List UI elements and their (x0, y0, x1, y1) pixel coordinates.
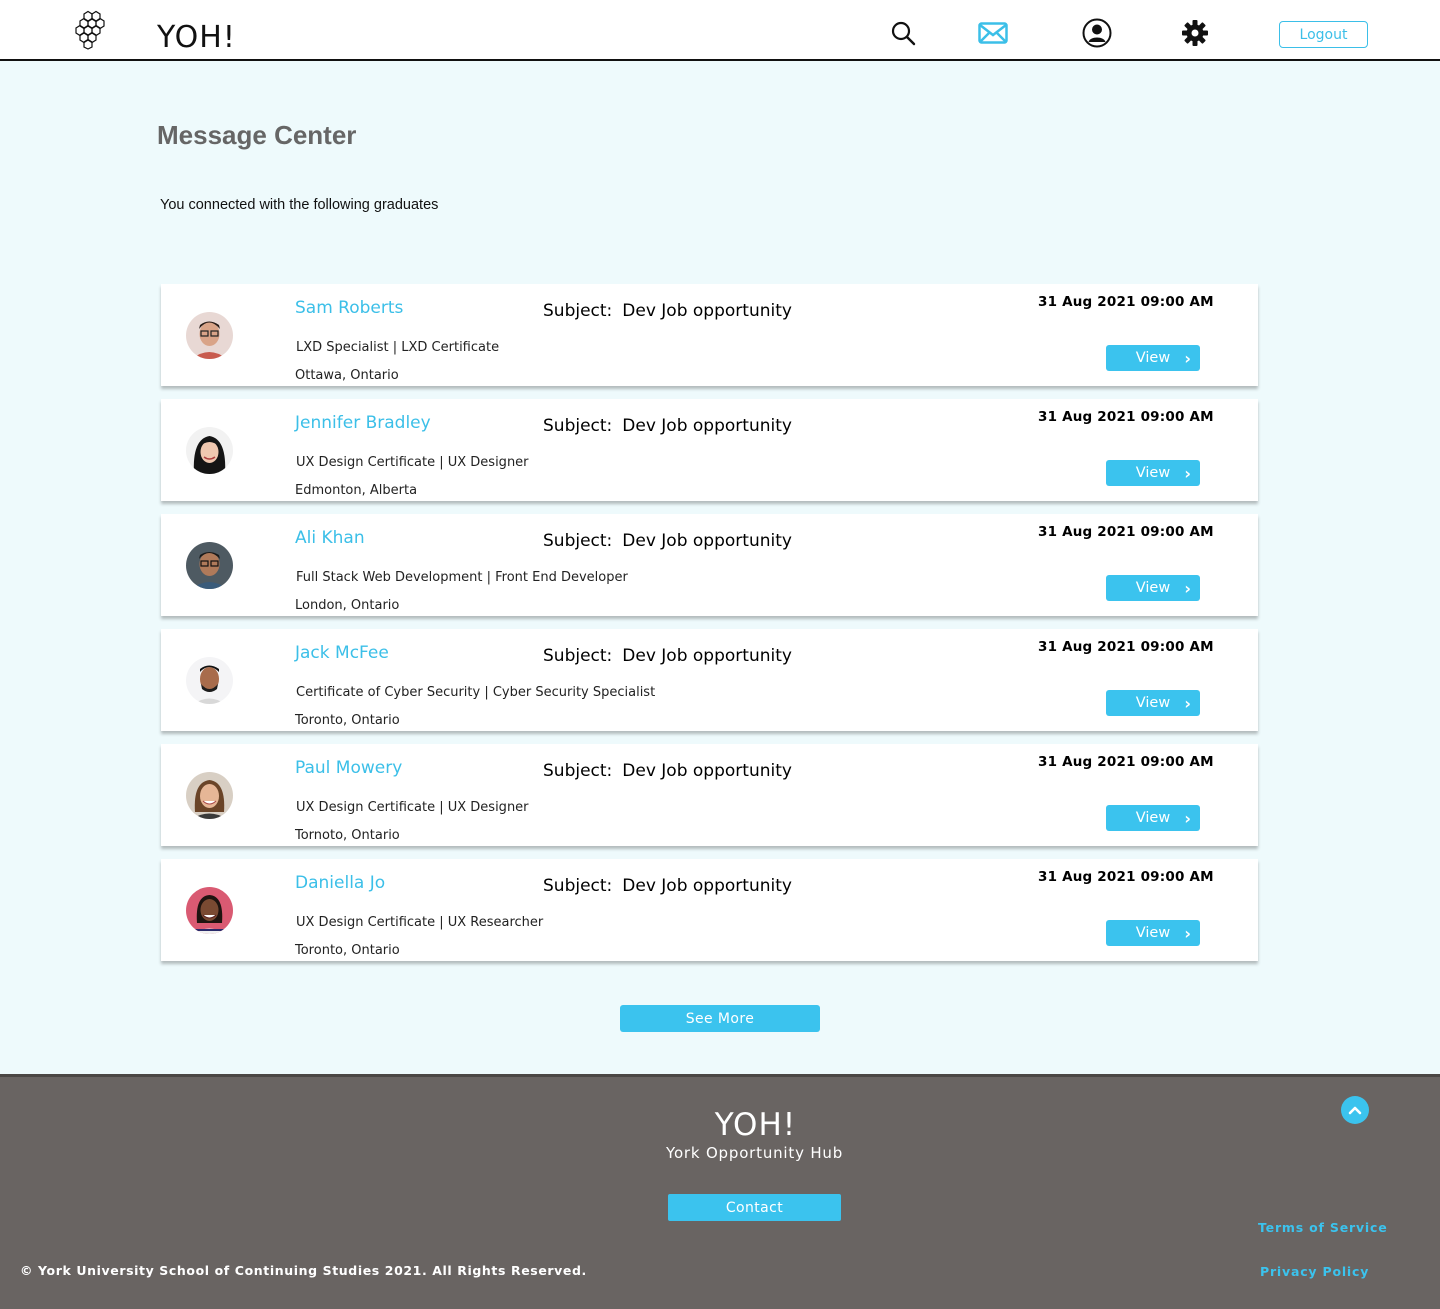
graduate-location: Edmonton, Alberta (295, 483, 418, 498)
view-button[interactable]: View › (1106, 460, 1200, 486)
privacy-policy-link[interactable]: Privacy Policy (1260, 1264, 1369, 1279)
message-card: Sam Roberts LXD Specialist | LXD Certifi… (161, 284, 1258, 386)
view-button[interactable]: View › (1106, 690, 1200, 716)
view-label: View (1135, 350, 1171, 366)
chevron-right-icon: › (1184, 924, 1191, 943)
gear-icon[interactable] (1180, 18, 1210, 48)
mail-icon[interactable] (978, 18, 1008, 48)
message-subject: Subject: Dev Job opportunity (543, 761, 792, 781)
copyright-text: © York University School of Continuing S… (20, 1263, 587, 1278)
chevron-right-icon: › (1184, 349, 1191, 368)
graduate-location: Toronto, Ontario (295, 943, 400, 958)
subject-text: Dev Job opportunity (622, 876, 792, 896)
graduate-credentials: LXD Specialist | LXD Certificate (296, 340, 500, 355)
message-date: 31 Aug 2021 09:00 AM (1038, 524, 1214, 540)
message-date: 31 Aug 2021 09:00 AM (1038, 294, 1214, 310)
message-subject: Subject: Dev Job opportunity (543, 876, 792, 896)
avatar[interactable] (186, 427, 233, 474)
terms-of-service-link[interactable]: Terms of Service (1258, 1220, 1387, 1235)
subject-label: Subject: (543, 876, 613, 896)
graduate-name[interactable]: Daniella Jo (295, 873, 385, 893)
view-button[interactable]: View › (1106, 805, 1200, 831)
subject-label: Subject: (543, 531, 613, 551)
subject-text: Dev Job opportunity (622, 301, 792, 321)
subject-text: Dev Job opportunity (622, 646, 792, 666)
message-card: Daniella Jo UX Design Certificate | UX R… (161, 859, 1258, 961)
graduate-name[interactable]: Paul Mowery (295, 758, 402, 778)
view-label: View (1135, 465, 1171, 481)
app-logo-text[interactable]: YOH! (157, 20, 236, 55)
view-label: View (1135, 695, 1171, 711)
graduate-credentials: UX Design Certificate | UX Designer (296, 455, 529, 470)
view-button[interactable]: View › (1106, 345, 1200, 371)
avatar[interactable] (186, 772, 233, 819)
subject-label: Subject: (543, 416, 613, 436)
view-button[interactable]: View › (1106, 575, 1200, 601)
message-subject: Subject: Dev Job opportunity (543, 646, 792, 666)
graduate-location: Ottawa, Ontario (295, 368, 399, 383)
chevron-up-icon (1348, 1106, 1362, 1115)
graduate-name[interactable]: Ali Khan (295, 528, 365, 548)
contact-button[interactable]: Contact (668, 1194, 841, 1221)
message-subject: Subject: Dev Job opportunity (543, 531, 792, 551)
footer: YOH! York Opportunity Hub Contact Terms … (0, 1074, 1440, 1309)
graduate-location: Tornoto, Ontario (295, 828, 400, 843)
graduate-name[interactable]: Jack McFee (295, 643, 389, 663)
user-icon[interactable] (1082, 18, 1112, 48)
chevron-right-icon: › (1184, 579, 1191, 598)
subject-label: Subject: (543, 301, 613, 321)
message-date: 31 Aug 2021 09:00 AM (1038, 869, 1214, 885)
graduate-credentials: UX Design Certificate | UX Designer (296, 800, 529, 815)
message-card: Paul Mowery UX Design Certificate | UX D… (161, 744, 1258, 846)
hexagon-logo-icon[interactable] (70, 10, 110, 50)
subject-text: Dev Job opportunity (622, 416, 792, 436)
subject-label: Subject: (543, 646, 613, 666)
message-date: 31 Aug 2021 09:00 AM (1038, 639, 1214, 655)
message-subject: Subject: Dev Job opportunity (543, 416, 792, 436)
graduate-name[interactable]: Sam Roberts (295, 298, 403, 318)
graduate-credentials: UX Design Certificate | UX Researcher (296, 915, 544, 930)
avatar[interactable] (186, 887, 233, 934)
graduate-name[interactable]: Jennifer Bradley (295, 413, 431, 433)
avatar[interactable] (186, 542, 233, 589)
view-label: View (1135, 580, 1171, 596)
see-more-button[interactable]: See More (620, 1005, 820, 1032)
chevron-right-icon: › (1184, 464, 1191, 483)
view-label: View (1135, 810, 1171, 826)
chevron-right-icon: › (1184, 809, 1191, 828)
footer-logo-text: YOH! (714, 1107, 797, 1143)
message-card: Ali Khan Full Stack Web Development | Fr… (161, 514, 1258, 616)
message-card: Jennifer Bradley UX Design Certificate |… (161, 399, 1258, 501)
message-date: 31 Aug 2021 09:00 AM (1038, 754, 1214, 770)
avatar[interactable] (186, 657, 233, 704)
subject-text: Dev Job opportunity (622, 531, 792, 551)
subject-text: Dev Job opportunity (622, 761, 792, 781)
top-header: YOH! Logout (0, 0, 1440, 61)
chevron-right-icon: › (1184, 694, 1191, 713)
scroll-to-top-button[interactable] (1341, 1096, 1369, 1124)
graduate-credentials: Certificate of Cyber Security | Cyber Se… (296, 685, 656, 700)
graduate-location: Toronto, Ontario (295, 713, 400, 728)
view-button[interactable]: View › (1106, 920, 1200, 946)
avatar[interactable] (186, 312, 233, 359)
page-title: Message Center (157, 120, 357, 150)
search-icon[interactable] (888, 18, 918, 48)
graduate-credentials: Full Stack Web Development | Front End D… (296, 570, 628, 585)
message-subject: Subject: Dev Job opportunity (543, 301, 792, 321)
message-date: 31 Aug 2021 09:00 AM (1038, 409, 1214, 425)
graduate-location: London, Ontario (295, 598, 400, 613)
footer-tagline: York Opportunity Hub (665, 1144, 844, 1162)
subject-label: Subject: (543, 761, 613, 781)
view-label: View (1135, 925, 1171, 941)
intro-text: You connected with the following graduat… (160, 197, 439, 213)
message-card: Jack McFee Certificate of Cyber Security… (161, 629, 1258, 731)
logout-button[interactable]: Logout (1279, 21, 1368, 48)
